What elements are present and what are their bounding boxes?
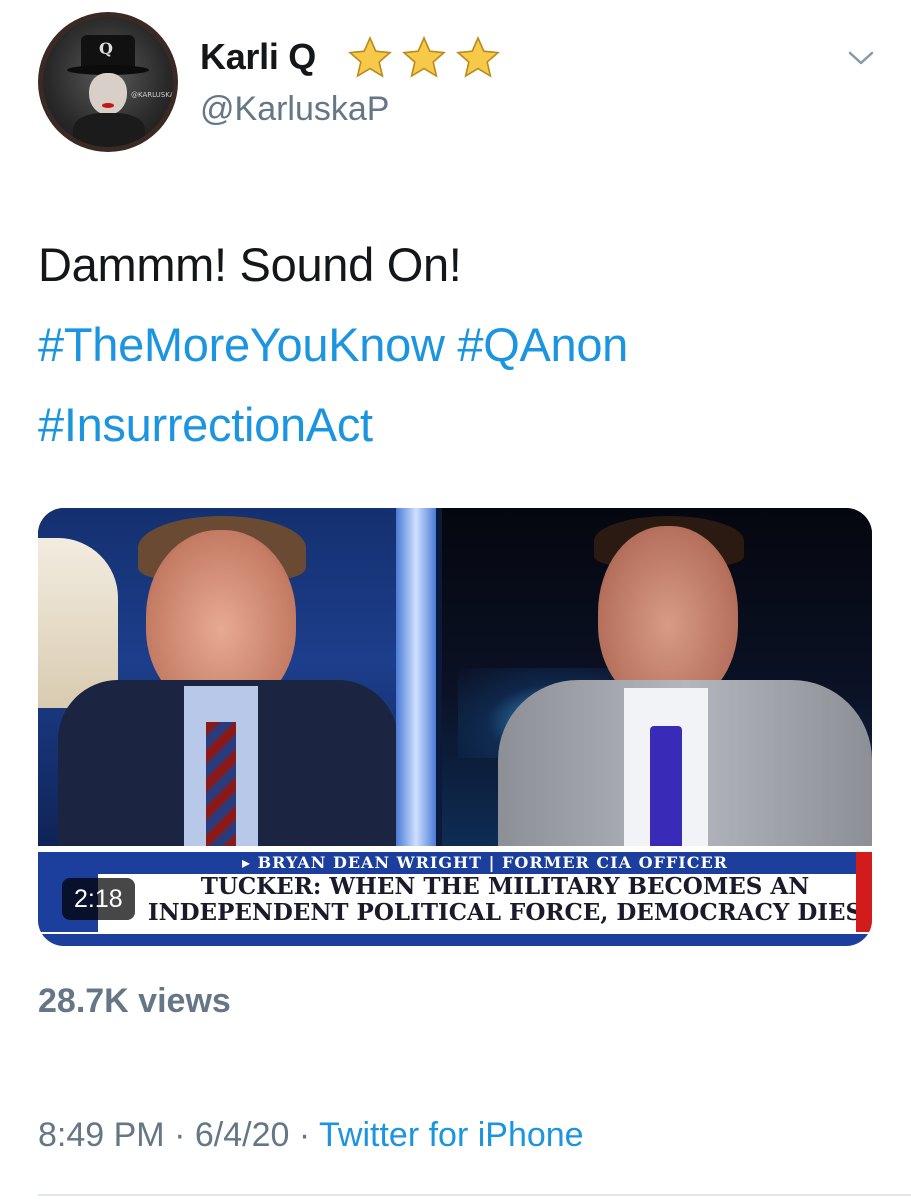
tweet-meta: 8:49 PM · 6/4/20 · Twitter for iPhone [38, 1116, 584, 1155]
meta-separator: · [174, 1116, 186, 1154]
avatar-body-shape [73, 113, 145, 147]
avatar-lips-shape [102, 103, 114, 108]
avatar-watermark-text: @KARLUSKAP [131, 91, 173, 99]
avatar-image: Q @KARLUSKAP [43, 17, 173, 147]
chyron-name-strip: ▸ BRYAN DEAN WRIGHT | FORMER CIA OFFICER [98, 852, 872, 874]
video-player[interactable]: ▸ BRYAN DEAN WRIGHT | FORMER CIA OFFICER… [38, 508, 872, 946]
chevron-down-icon[interactable] [846, 46, 876, 70]
hashtag-link[interactable]: #TheMoreYouKnow [38, 318, 445, 371]
chyron-headline-line: INDEPENDENT POLITICAL FORCE, DEMOCRACY D… [147, 899, 863, 926]
star-icon [456, 36, 500, 78]
tweet-text-body: Dammm! Sound On! [38, 238, 462, 291]
star-badges [344, 34, 504, 78]
hashtag-link[interactable]: #QAnon [457, 318, 628, 371]
star-icon [402, 36, 446, 78]
video-duration-badge: 2:18 [62, 878, 135, 920]
user-handle[interactable]: @KarluskaP [200, 90, 389, 129]
divider [38, 1194, 911, 1196]
meta-separator: · [298, 1116, 311, 1154]
chyron-headline-line: TUCKER: WHEN THE MILITARY BECOMES AN [200, 873, 810, 900]
avatar[interactable]: Q @KARLUSKAP [38, 12, 178, 152]
display-name[interactable]: Karli Q [200, 36, 316, 78]
guest-head-shape [598, 526, 738, 706]
news-ticker [38, 934, 872, 946]
source-app-link[interactable]: Twitter for iPhone [319, 1116, 584, 1154]
view-count: 28.7K views [38, 982, 231, 1020]
tweet-text: Dammm! Sound On! #TheMoreYouKnow #QAnon … [38, 225, 878, 465]
avatar-face-shape [89, 73, 127, 115]
hashtag-link[interactable]: #InsurrectionAct [38, 398, 373, 451]
guest-tie-shape [650, 726, 682, 850]
avatar-letter: Q [99, 39, 113, 58]
studio-light-bar [396, 508, 436, 848]
chyron-headline: TUCKER: WHEN THE MILITARY BECOMES AN IND… [138, 874, 872, 926]
tweet-time[interactable]: 8:49 PM [38, 1116, 165, 1154]
chyron-accent [856, 852, 872, 932]
host-tie-shape [206, 722, 236, 850]
tweet-date[interactable]: 6/4/20 [195, 1116, 290, 1154]
star-icon [348, 36, 392, 78]
tweet-detail: Q @KARLUSKAP Karli Q @KarluskaP Dammm! S… [0, 0, 911, 1200]
